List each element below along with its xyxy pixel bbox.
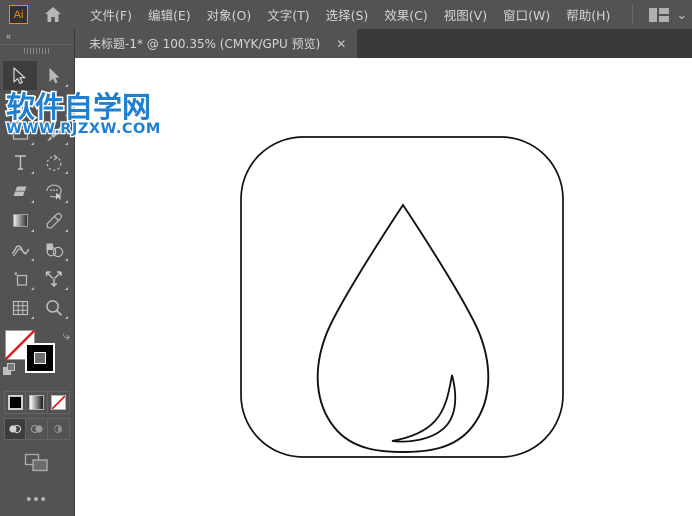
crescent-highlight-shape	[391, 374, 457, 443]
rectangle-icon	[12, 127, 28, 140]
menu-item-file[interactable]: 文件(F)	[82, 1, 140, 28]
direct-selection-tool[interactable]	[37, 61, 71, 90]
magic-wand-icon	[14, 97, 28, 112]
water-drop-shape	[316, 203, 490, 453]
tools-panel: « ⤷ •••	[0, 29, 75, 516]
rotate-icon	[46, 154, 62, 171]
magnifier-icon	[46, 299, 63, 316]
menu-item-type[interactable]: 文字(T)	[259, 1, 317, 28]
blend-tool[interactable]	[37, 235, 71, 264]
eyedropper-icon	[45, 212, 62, 229]
direct-selection-arrow-icon	[49, 67, 59, 83]
menu-items: 文件(F) 编辑(E) 对象(O) 文字(T) 选择(S) 效果(C) 视图(V…	[82, 1, 618, 28]
draw-inside-icon	[54, 424, 63, 434]
artboard-tool[interactable]	[3, 264, 37, 293]
menu-divider	[632, 4, 634, 25]
shape-builder-tool[interactable]	[37, 177, 71, 206]
tools-panel-grip[interactable]	[0, 44, 74, 57]
draw-behind-button[interactable]	[26, 419, 48, 439]
default-fill-stroke-icon[interactable]	[3, 363, 16, 376]
pen-nib-icon	[48, 95, 60, 113]
stroke-swatch[interactable]	[25, 343, 55, 373]
paintbrush-icon	[46, 126, 61, 141]
grid-icon	[12, 300, 28, 315]
type-tool-icon	[14, 155, 26, 170]
draw-mode-buttons	[4, 418, 70, 440]
screen-mode-icon	[24, 453, 48, 472]
eraser-tool[interactable]	[3, 177, 37, 206]
gradient-tool[interactable]	[3, 206, 37, 235]
menu-item-window[interactable]: 窗口(W)	[495, 1, 558, 28]
illustrator-window: Ai 文件(F) 编辑(E) 对象(O) 文字(T) 选择(S) 效果(C) 视…	[0, 0, 692, 516]
selection-tool[interactable]	[3, 61, 37, 90]
fill-stroke-controls: ⤷	[1, 328, 73, 386]
zoom-tool[interactable]	[37, 293, 71, 322]
menu-item-object[interactable]: 对象(O)	[199, 1, 260, 28]
menu-item-edit[interactable]: 编辑(E)	[140, 1, 199, 28]
artboard-canvas[interactable]	[75, 58, 692, 516]
eyedropper-tool[interactable]	[37, 206, 71, 235]
screen-mode-button[interactable]	[20, 450, 54, 476]
draw-normal-button[interactable]	[5, 419, 27, 439]
workspace-switcher[interactable]: ⌄	[649, 6, 688, 22]
document-tab-bar: 未标题-1* @ 100.35% (CMYK/GPU 预览) ✕	[75, 29, 692, 58]
more-tools-button[interactable]: •••	[20, 488, 54, 510]
menu-bar: Ai 文件(F) 编辑(E) 对象(O) 文字(T) 选择(S) 效果(C) 视…	[0, 0, 692, 29]
shape-builder-icon	[45, 184, 62, 200]
menu-item-view[interactable]: 视图(V)	[436, 1, 495, 28]
rectangle-tool[interactable]	[3, 119, 37, 148]
rounded-rect-shape	[240, 136, 564, 458]
color-mode-button[interactable]	[5, 392, 27, 413]
free-transform-icon	[45, 271, 62, 287]
tools-panel-header: «	[0, 29, 74, 44]
close-icon[interactable]: ✕	[336, 37, 346, 51]
free-transform-tool[interactable]	[37, 264, 71, 293]
draw-inside-button[interactable]	[48, 419, 69, 439]
draw-behind-icon	[30, 424, 43, 434]
perspective-grid-tool[interactable]	[3, 293, 37, 322]
none-mode-button[interactable]	[48, 392, 69, 413]
collapse-panel-icon[interactable]: «	[6, 31, 11, 41]
fill-mode-buttons	[4, 391, 70, 414]
app-logo-icon: Ai	[9, 5, 28, 24]
home-icon[interactable]	[40, 2, 66, 28]
type-tool[interactable]	[3, 148, 37, 177]
chevron-down-icon: ⌄	[676, 6, 688, 22]
document-tab[interactable]: 未标题-1* @ 100.35% (CMYK/GPU 预览) ✕	[75, 29, 358, 58]
tool-grid	[0, 57, 74, 322]
menu-item-select[interactable]: 选择(S)	[318, 1, 377, 28]
magic-wand-tool[interactable]	[3, 90, 37, 119]
pen-tool[interactable]	[37, 90, 71, 119]
width-tool-icon	[11, 245, 29, 257]
swap-fill-stroke-icon[interactable]: ⤷	[63, 328, 70, 344]
document-tab-label: 未标题-1* @ 100.35% (CMYK/GPU 预览)	[89, 37, 321, 51]
width-tool[interactable]	[3, 235, 37, 264]
menu-item-help[interactable]: 帮助(H)	[558, 1, 618, 28]
blend-icon	[46, 243, 63, 257]
rotate-tool[interactable]	[37, 148, 71, 177]
menu-item-effect[interactable]: 效果(C)	[376, 1, 435, 28]
selection-arrow-icon	[13, 66, 26, 84]
draw-normal-icon	[9, 424, 22, 434]
eraser-icon	[13, 186, 27, 196]
workspace-layout-icon	[649, 7, 670, 22]
water-drop-icon-artwork	[240, 136, 564, 458]
gradient-icon	[12, 214, 28, 227]
paintbrush-tool[interactable]	[37, 119, 71, 148]
artboard-icon	[13, 272, 27, 286]
gradient-mode-button[interactable]	[26, 392, 48, 413]
